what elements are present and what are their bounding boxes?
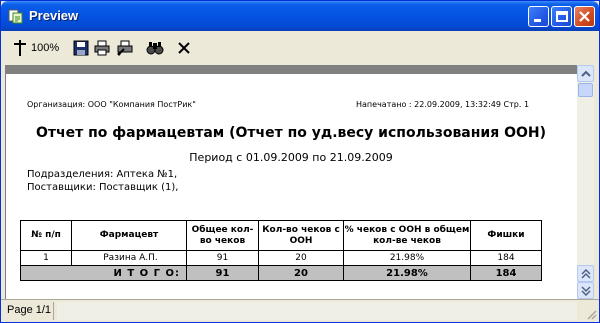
col-header-chips: Фишки bbox=[470, 220, 542, 251]
report-title: Отчет по фармацевтам (Отчет по уд.весу и… bbox=[35, 125, 547, 141]
scroll-up-button[interactable] bbox=[577, 65, 594, 82]
status-bar: Page 1/1 bbox=[1, 299, 599, 322]
maximize-icon bbox=[556, 11, 568, 22]
col-header-number: № п/п bbox=[20, 220, 72, 251]
vertical-scrollbar[interactable] bbox=[577, 65, 594, 299]
status-separator bbox=[53, 302, 54, 320]
col-header-checks-with-oon: Кол-во чеков с ООН bbox=[258, 220, 344, 251]
zoom-icon[interactable] bbox=[12, 39, 28, 57]
page-up-button[interactable] bbox=[577, 265, 594, 282]
total-chips: 184 bbox=[470, 265, 542, 281]
cell-total-checks: 91 bbox=[186, 250, 259, 266]
col-header-pharmacist: Фармацевт bbox=[71, 220, 187, 251]
find-icon[interactable] bbox=[146, 39, 164, 57]
cell-percent-oon: 21.98% bbox=[343, 250, 471, 266]
page-top-edge bbox=[6, 66, 578, 74]
table-row: 1 Разина А.П. 91 20 21.98% 184 bbox=[20, 250, 542, 266]
minimize-icon bbox=[534, 19, 541, 22]
total-percent-oon: 21.98% bbox=[343, 265, 471, 281]
toolbar: 100% bbox=[1, 31, 599, 64]
title-bar[interactable]: Preview bbox=[1, 1, 599, 31]
organization-text: Организация: ООО "Компания ПостРик" bbox=[27, 100, 196, 109]
close-icon bbox=[579, 11, 590, 22]
suppliers-text: Поставщики: Поставщик (1), bbox=[27, 182, 179, 193]
save-icon[interactable] bbox=[73, 39, 89, 57]
cell-checks-with-oon: 20 bbox=[258, 250, 344, 266]
double-arrow-down-icon bbox=[581, 286, 591, 296]
cell-pharmacist: Разина А.П. bbox=[71, 250, 187, 266]
window-title: Preview bbox=[29, 8, 79, 23]
print-icon[interactable] bbox=[94, 39, 110, 57]
close-button[interactable] bbox=[574, 6, 595, 27]
total-checks-with-oon: 20 bbox=[258, 265, 344, 281]
report-table: № п/п Фармацевт Общее кол-во чеков Кол-в… bbox=[20, 220, 542, 281]
page-indicator: Page 1/1 bbox=[7, 304, 52, 316]
col-header-total-checks: Общее кол-во чеков bbox=[186, 220, 259, 251]
arrow-up-icon bbox=[581, 70, 591, 77]
zoom-label[interactable]: 100% bbox=[31, 42, 59, 54]
page-down-button[interactable] bbox=[577, 282, 594, 299]
scroll-thumb[interactable] bbox=[578, 83, 593, 97]
total-checks: 91 bbox=[186, 265, 259, 281]
table-total-row: И Т О Г О: 91 20 21.98% 184 bbox=[20, 265, 542, 281]
minimize-button[interactable] bbox=[528, 6, 549, 27]
report-period: Период с 01.09.2009 по 21.09.2009 bbox=[189, 151, 393, 164]
maximize-button[interactable] bbox=[551, 6, 572, 27]
app-icon bbox=[8, 9, 23, 24]
col-header-percent-oon: % чеков с ООН в общем кол-ве чеков bbox=[343, 220, 471, 251]
preview-window: Preview 100% Организация: ООО "Компания … bbox=[0, 0, 600, 323]
printed-timestamp: Напечатано : 22.09.2009, 13:32:49 Стр. 1 bbox=[356, 100, 530, 109]
department-text: Подразделения: Аптека №1, bbox=[27, 169, 178, 180]
cell-chips: 184 bbox=[470, 250, 542, 266]
double-arrow-up-icon bbox=[581, 269, 591, 279]
print-setup-icon[interactable] bbox=[116, 39, 134, 57]
cell-number: 1 bbox=[20, 250, 72, 266]
resize-grip-icon[interactable] bbox=[585, 308, 597, 320]
total-label: И Т О Г О: bbox=[20, 265, 187, 281]
table-header-row: № п/п Фармацевт Общее кол-во чеков Кол-в… bbox=[20, 220, 542, 251]
horizontal-scrollbar[interactable] bbox=[57, 302, 577, 320]
close-preview-icon[interactable] bbox=[177, 39, 191, 57]
